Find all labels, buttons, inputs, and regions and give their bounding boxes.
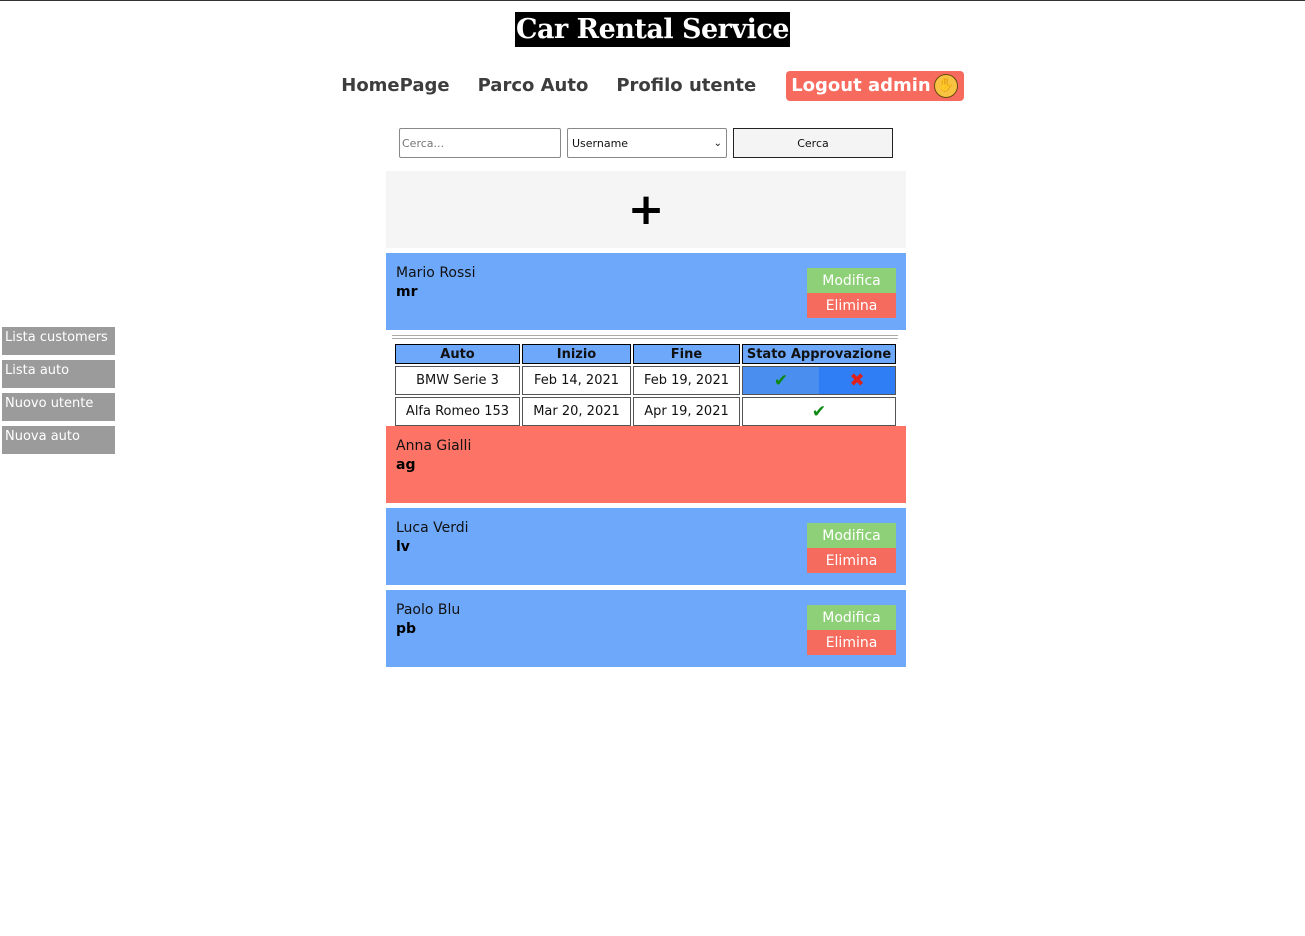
rentals-table: Auto Inizio Fine Stato Approvazione BMW … (393, 342, 898, 428)
search-filter-select[interactable]: Username ⌄ (567, 128, 727, 158)
user-actions: Modifica Elimina (807, 605, 896, 655)
header-stato: Stato Approvazione (742, 344, 896, 364)
x-icon: ✖ (849, 370, 865, 391)
header-inizio: Inizio (522, 344, 631, 364)
sidebar-item-lista-customers[interactable]: Lista customers (2, 327, 115, 355)
rental-car: Alfa Romeo 153 (395, 397, 520, 426)
user-card[interactable]: Paolo Blu pb Modifica Elimina (386, 590, 906, 667)
user-name: Luca Verdi (396, 520, 469, 536)
edit-button[interactable]: Modifica (807, 268, 896, 293)
logout-button[interactable]: Logout admin ✋ (786, 71, 964, 101)
rental-state: ✔ (742, 397, 896, 426)
table-row: Alfa Romeo 153 Mar 20, 2021 Apr 19, 2021… (395, 397, 896, 426)
logout-label: Logout admin (791, 75, 931, 96)
add-user-button[interactable]: + (386, 171, 906, 248)
nav-homepage[interactable]: HomePage (341, 71, 449, 101)
sidebar-item-lista-auto[interactable]: Lista auto (2, 360, 115, 388)
waving-hand-icon: ✋ (933, 74, 958, 98)
rental-end: Feb 19, 2021 (633, 366, 740, 395)
rental-start: Mar 20, 2021 (522, 397, 631, 426)
sidebar-item-nuova-auto[interactable]: Nuova auto (2, 426, 115, 454)
chevron-down-icon: ⌄ (713, 137, 722, 149)
check-icon: ✔ (773, 370, 789, 391)
header-auto: Auto (395, 344, 520, 364)
user-username: pb (396, 621, 417, 637)
nav-parco-auto[interactable]: Parco Auto (478, 71, 589, 101)
rental-start: Feb 14, 2021 (522, 366, 631, 395)
user-actions: Modifica Elimina (807, 523, 896, 573)
nav-profilo-utente[interactable]: Profilo utente (616, 71, 756, 101)
user-card[interactable]: Mario Rossi mr Modifica Elimina (386, 253, 906, 330)
approve-button[interactable]: ✔ (743, 367, 819, 394)
divider (392, 335, 898, 339)
search-input[interactable] (399, 128, 561, 158)
table-row: BMW Serie 3 Feb 14, 2021 Feb 19, 2021 ✔ … (395, 366, 896, 395)
user-username: ag (396, 457, 416, 473)
header-fine: Fine (633, 344, 740, 364)
search-filter-value: Username (572, 136, 629, 150)
user-name: Paolo Blu (396, 602, 461, 618)
rental-car: BMW Serie 3 (395, 366, 520, 395)
search-button[interactable]: Cerca (733, 128, 893, 158)
user-card[interactable]: Luca Verdi lv Modifica Elimina (386, 508, 906, 585)
sidebar: Lista customers Lista auto Nuovo utente … (2, 327, 115, 459)
edit-button[interactable]: Modifica (807, 523, 896, 548)
sidebar-item-nuovo-utente[interactable]: Nuovo utente (2, 393, 115, 421)
top-nav: HomePage Parco Auto Profilo utente Logou… (0, 71, 1305, 101)
edit-button[interactable]: Modifica (807, 605, 896, 630)
user-username: lv (396, 539, 410, 555)
search-bar: Username ⌄ Cerca (399, 128, 893, 158)
app-title: Car Rental Service (515, 12, 790, 47)
user-card[interactable]: Anna Gialli ag (386, 426, 906, 503)
user-name: Anna Gialli (396, 438, 472, 454)
delete-button[interactable]: Elimina (807, 630, 896, 655)
user-name: Mario Rossi (396, 265, 476, 281)
rentals-panel: Auto Inizio Fine Stato Approvazione BMW … (392, 335, 898, 428)
user-username: mr (396, 284, 418, 300)
check-icon: ✔ (811, 401, 827, 422)
rental-end: Apr 19, 2021 (633, 397, 740, 426)
rental-state: ✔ ✖ (742, 366, 896, 395)
delete-button[interactable]: Elimina (807, 548, 896, 573)
delete-button[interactable]: Elimina (807, 293, 896, 318)
reject-button[interactable]: ✖ (819, 367, 895, 394)
plus-icon: + (627, 183, 665, 235)
header: Car Rental Service (0, 12, 1305, 47)
user-actions: Modifica Elimina (807, 268, 896, 318)
